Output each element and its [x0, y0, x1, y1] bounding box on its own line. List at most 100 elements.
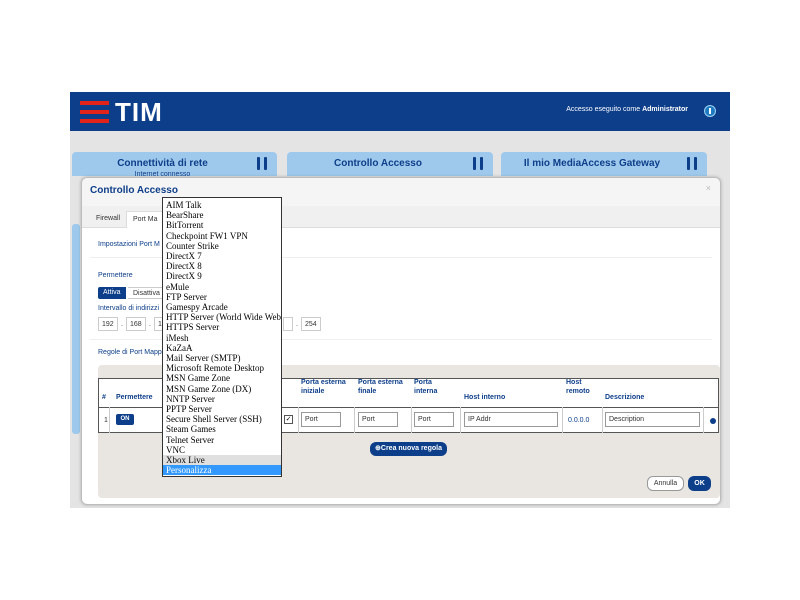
rule-checkbox[interactable]: ✓ — [284, 415, 293, 424]
dropdown-option[interactable]: Personalizza — [163, 465, 281, 476]
card-mediaaccess-gateway[interactable]: Il mio MediaAccess Gateway — [501, 152, 707, 176]
ok-button[interactable]: OK — [688, 476, 711, 491]
rule-row-number: 1 — [104, 417, 108, 424]
dropdown-option[interactable]: Mail Server (SMTP) — [163, 353, 281, 363]
login-user[interactable]: Administrator — [642, 106, 688, 113]
dropdown-option[interactable]: KaZaA — [163, 343, 281, 353]
dropdown-option[interactable]: Xbox Live — [163, 455, 281, 466]
dropdown-option[interactable]: Telnet Server — [163, 435, 281, 445]
tab-firewall[interactable]: Firewall — [90, 211, 126, 228]
dropdown-option[interactable]: Microsoft Remote Desktop — [163, 363, 281, 373]
stage: TIM Accesso eseguito come Administrator … — [0, 0, 800, 600]
dropdown-option[interactable]: Secure Shell Server (SSH) — [163, 414, 281, 424]
dropdown-option[interactable]: Steam Games — [163, 424, 281, 434]
dropdown-option[interactable]: DirectX 8 — [163, 261, 281, 271]
col-header-ext-start: Porta esterna iniziale — [301, 378, 346, 396]
cell-divider — [298, 407, 299, 433]
dropdown-option[interactable]: DirectX 9 — [163, 271, 281, 281]
card-access-control[interactable]: Controllo Accesso — [287, 152, 493, 176]
col-header-line: iniziale — [301, 388, 325, 395]
dropdown-option[interactable]: FTP Server — [163, 292, 281, 302]
internal-host-input[interactable]: IP Addr — [464, 412, 558, 427]
cell-divider — [703, 407, 704, 433]
col-header-line: remoto — [566, 388, 590, 395]
disable-button[interactable]: Disattiva — [128, 287, 166, 299]
dropdown-option[interactable]: BitTorrent — [163, 220, 281, 230]
col-header-ext-end: Porta esterna finale — [358, 378, 403, 396]
dropdown-option[interactable]: HTTP Server (World Wide Web) — [163, 312, 281, 322]
col-header-int-host: Host interno — [464, 394, 506, 401]
dropdown-option[interactable]: Counter Strike — [163, 241, 281, 251]
col-header-int-port: Porta interna — [414, 378, 437, 396]
internal-port-input[interactable]: Port — [414, 412, 454, 427]
ip-dot: . — [149, 321, 151, 328]
dropdown-option[interactable]: iMesh — [163, 333, 281, 343]
ext-start-port-input[interactable]: Port — [301, 412, 341, 427]
col-header-allow: Permettere — [116, 394, 153, 401]
rule-settings-icon[interactable] — [710, 418, 716, 424]
tab-port-mapping[interactable]: Port Ma — [126, 211, 165, 228]
col-header-line: interna — [414, 388, 438, 395]
service-dropdown-list[interactable]: AIM Talk BearShare BitTorrent Checkpoint FW… — [162, 197, 282, 477]
rule-enabled-toggle[interactable]: ON — [116, 414, 134, 425]
card-title: Controllo Accesso — [334, 158, 422, 169]
login-info: Accesso eseguito come Administrator — [566, 106, 688, 113]
background-card-strip — [72, 224, 80, 434]
col-header-line: finale — [358, 388, 377, 395]
port-mapping-rules-heading: Regole di Port Mapp — [98, 349, 162, 356]
tools-icon[interactable] — [685, 157, 699, 170]
col-header-description: Descrizione — [605, 394, 645, 401]
logo-bars-icon — [80, 101, 109, 123]
tim-logo: TIM — [80, 97, 163, 127]
col-header-line: Porta esterna — [358, 379, 403, 386]
tools-icon[interactable] — [471, 157, 485, 170]
card-title: Il mio MediaAccess Gateway — [523, 158, 661, 169]
dropdown-option[interactable]: eMule — [163, 282, 281, 292]
ext-end-port-input[interactable]: Port — [358, 412, 398, 427]
tools-icon[interactable] — [255, 157, 269, 170]
dropdown-option[interactable]: PPTP Server — [163, 404, 281, 414]
cell-divider — [354, 407, 355, 433]
top-header: TIM Accesso eseguito come Administrator — [70, 92, 730, 131]
col-header-line: Porta — [414, 379, 432, 386]
cell-divider — [411, 407, 412, 433]
add-rule-button[interactable]: ⊕Crea nuova regola — [370, 442, 447, 456]
ip-end-octet-3[interactable] — [283, 317, 293, 331]
cell-divider — [602, 407, 603, 433]
add-rule-label: Crea nuova regola — [380, 445, 442, 452]
modal-title: Controllo Accesso — [90, 185, 178, 196]
dropdown-option[interactable]: BearShare — [163, 210, 281, 220]
ip-octet-2[interactable]: 168 — [126, 317, 146, 331]
enable-button[interactable]: Attiva — [98, 287, 126, 299]
close-icon[interactable]: × — [706, 183, 711, 193]
ip-end-octet-4[interactable]: 254 — [301, 317, 321, 331]
dropdown-option[interactable]: DirectX 7 — [163, 251, 281, 261]
description-input[interactable]: Description — [605, 412, 700, 427]
allow-label: Permettere — [98, 272, 133, 279]
col-header-num: # — [102, 394, 106, 401]
ip-dot: . — [121, 321, 123, 328]
card-network-connectivity[interactable]: Connettività di rete Internet connesso — [72, 152, 277, 178]
dropdown-option[interactable]: NNTP Server — [163, 394, 281, 404]
cell-divider — [109, 407, 110, 433]
dropdown-option[interactable]: AIM Talk — [163, 200, 281, 210]
logo-text: TIM — [115, 97, 163, 127]
logout-power-icon[interactable] — [704, 105, 716, 117]
dropdown-option[interactable]: Gamespy Arcade — [163, 302, 281, 312]
col-header-line: Host — [566, 379, 582, 386]
dropdown-option[interactable]: HTTPS Server — [163, 322, 281, 332]
card-title: Connettività di rete — [117, 158, 208, 169]
dropdown-option[interactable]: Checkpoint FW1 VPN — [163, 231, 281, 241]
remote-host-value: 0.0.0.0 — [568, 417, 590, 424]
address-range-label: Intervallo di indirizzi — [98, 305, 160, 312]
ip-octet-1[interactable]: 192 — [98, 317, 118, 331]
dropdown-option[interactable]: MSN Game Zone — [163, 373, 281, 383]
cell-divider — [562, 407, 563, 433]
col-header-remote-host: Host remoto — [566, 378, 590, 396]
dropdown-option[interactable]: MSN Game Zone (DX) — [163, 384, 281, 394]
dropdown-option[interactable]: VNC — [163, 445, 281, 455]
col-header-line: Porta esterna — [301, 379, 346, 386]
login-prefix: Accesso eseguito come — [566, 106, 641, 113]
port-mapping-settings-heading: Impostazioni Port M — [98, 241, 160, 248]
cancel-button[interactable]: Annulla — [647, 476, 684, 491]
